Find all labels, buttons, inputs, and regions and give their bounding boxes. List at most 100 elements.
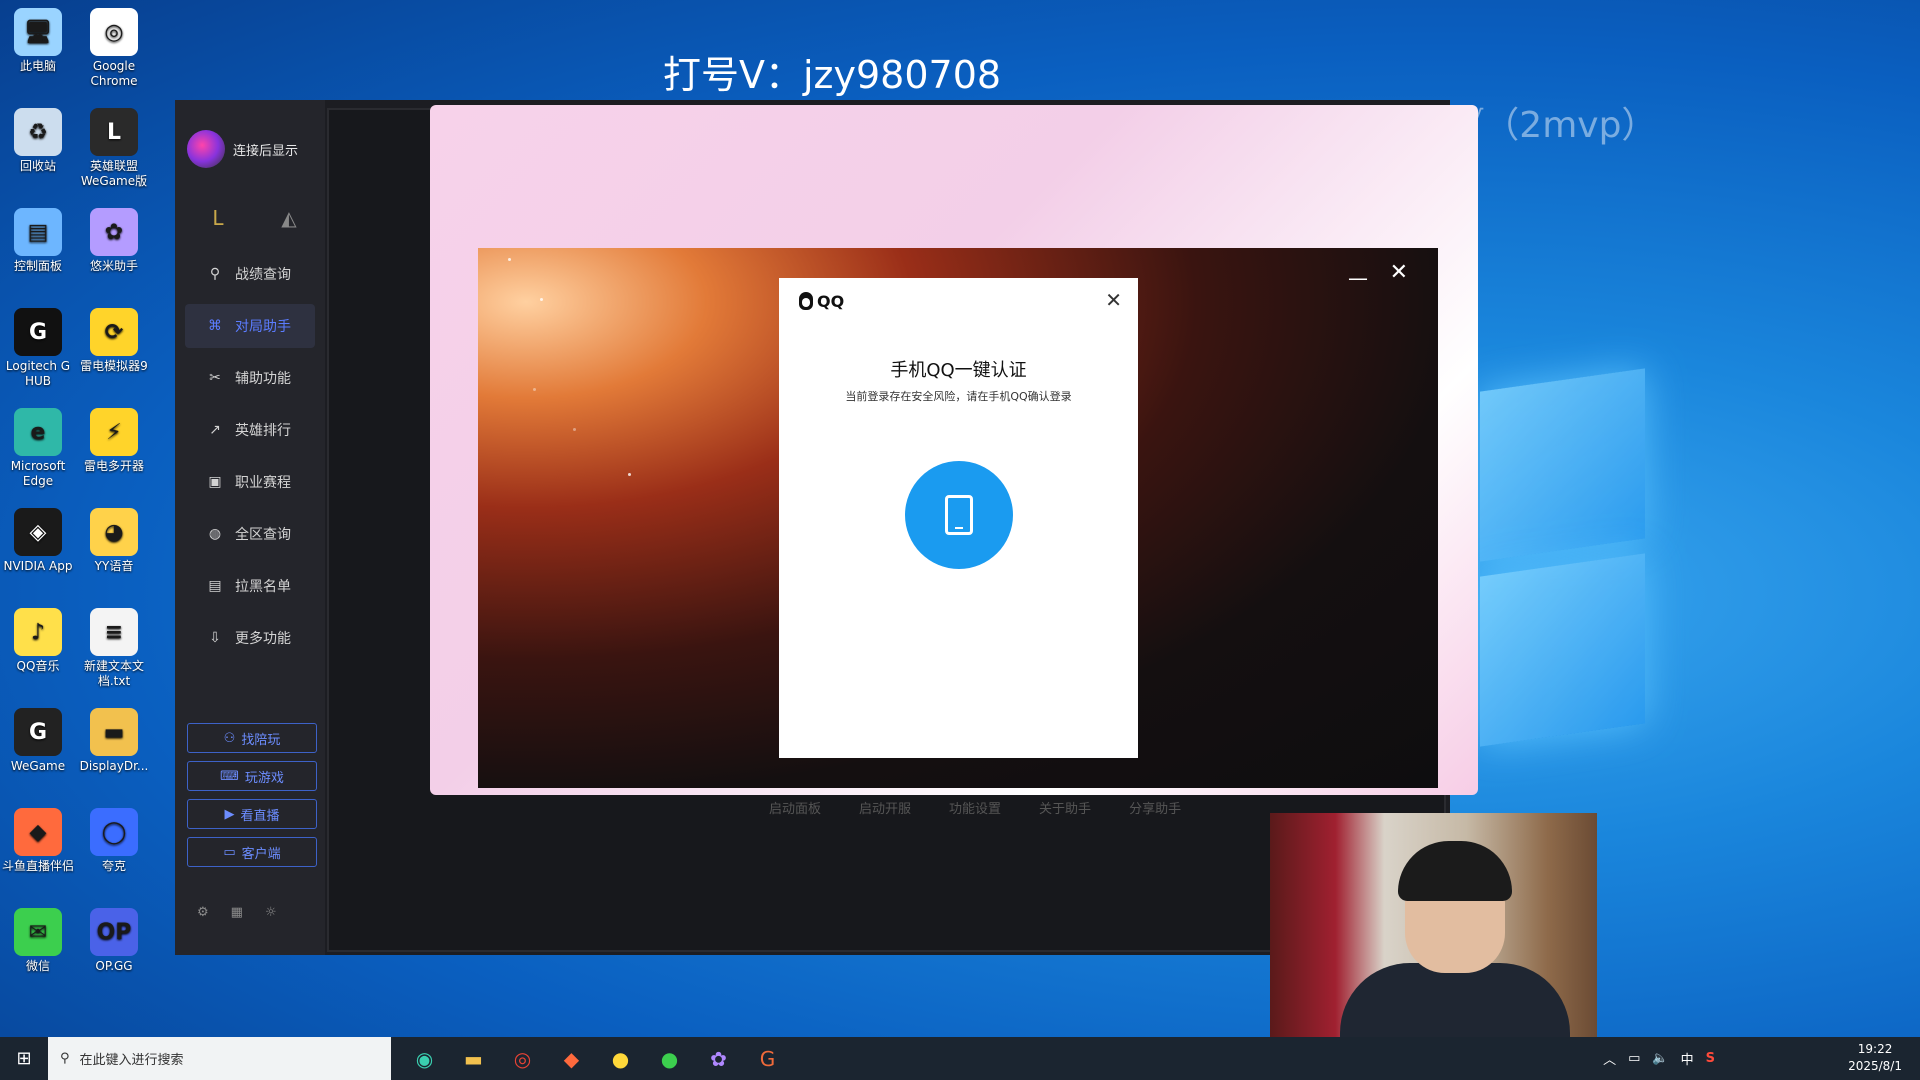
chrome-icon[interactable]: ◎ [498,1037,547,1080]
desktop-icon-label: 斗鱼直播伴侣 [1,859,74,873]
close-button[interactable]: ✕ [1390,260,1408,285]
search-icon: ⚲ [60,1051,70,1066]
desktop-icon-wechat[interactable]: ✉ 微信 [0,908,76,974]
douyu-icon[interactable]: ◆ [547,1037,596,1080]
close-icon[interactable]: ✕ [1105,288,1122,312]
network-icon[interactable]: ▭ [1628,1051,1640,1066]
desktop-icon-opgg[interactable]: OP OP.GG [76,908,152,974]
taskbar: ⊞ ⚲ 在此键入进行搜索 ◉ ▬ ◎ ◆ ● ● ✿ G ︿ ▭ 🔈 中 S 1… [0,1037,1920,1080]
lol-icon[interactable]: Ⅼ [205,205,231,231]
settings-icon[interactable]: ⚙ [197,905,209,920]
yumi-icon[interactable]: ✿ [694,1037,743,1080]
bottom-tabs: 启动面板 启动开服 功能设置 关于助手 分享助手 [769,798,1181,817]
desktop-icon-lol[interactable]: L 英雄联盟WeGame版 [76,108,152,189]
sidebar-footer: ⚙ ▦ ☼ [197,905,277,920]
more-icon: ⇩ [209,630,221,646]
desktop-icon-logitech[interactable]: G Logitech G HUB [0,308,76,389]
desktop-icon-label: NVIDIA App [3,559,73,573]
wegame-icon: G [14,708,62,756]
sidebar-button-1[interactable]: ⌨ 玩游戏 [187,761,317,791]
edge-icon[interactable]: ◉ [400,1037,449,1080]
sidebar-button-0[interactable]: ⚇ 找陪玩 [187,723,317,753]
sidebar-button-3[interactable]: ▭ 客户端 [187,837,317,867]
desktop-icon-yy[interactable]: ◕ YY语音 [76,508,152,574]
qq-brand: QQ [817,291,845,311]
clock-date: 2025/8/1 [1848,1059,1902,1073]
desktop-icon-computer[interactable]: 🖥 此电脑 [0,8,76,74]
avatar [187,130,225,168]
desktop-icon-edge[interactable]: e Microsoft Edge [0,408,76,489]
desktop-icon-label: 夸克 [101,859,126,873]
desktop-icon-ld-multi[interactable]: ⚡ 雷电多开器 [76,408,152,474]
sidebar-item-5[interactable]: ◍ 全区查询 [185,512,315,556]
clock[interactable]: 19:22 2025/8/1 [1848,1041,1902,1075]
taskbar-search[interactable]: ⚲ 在此键入进行搜索 [48,1037,391,1080]
desktop-icon-control-panel[interactable]: ▤ 控制面板 [0,208,76,274]
bottom-tab-0[interactable]: 启动面板 [769,798,821,817]
nvidia-icon: ◈ [14,508,62,556]
desktop-icon-label: OP.GG [95,959,133,973]
sidebar-item-3[interactable]: ↗ 英雄排行 [185,408,315,452]
desktop-icon-label: QQ音乐 [16,659,60,673]
desktop-icon-folder[interactable]: ▬ DisplayDr... [76,708,152,774]
sidebar-item-label: 全区查询 [235,527,291,543]
penguin-icon [799,292,813,310]
sidebar-item-0[interactable]: ⚲ 战绩查询 [185,252,315,296]
sidebar-item-1[interactable]: ⌘ 对局助手 [185,304,315,348]
desktop-icon-nvidia[interactable]: ◈ NVIDIA App [0,508,76,574]
profile[interactable]: 连接后显示 [187,130,298,168]
control-panel-icon: ▤ [14,208,62,256]
sidebar-item-7[interactable]: ⇩ 更多功能 [185,616,315,660]
sidebar-item-4[interactable]: ▣ 职业赛程 [185,460,315,504]
desktop-icon-quark[interactable]: ◯ 夸克 [76,808,152,874]
wechat-icon[interactable]: ● [645,1037,694,1080]
desktop-icon-yumi[interactable]: ✿ 悠米助手 [76,208,152,274]
chart-icon: ↗ [209,422,221,438]
desktop-icon-wegame[interactable]: G WeGame [0,708,76,774]
tray-expand-icon[interactable]: ︿ [1603,1049,1616,1068]
sidebar-nav: ⚲ 战绩查询 ⌘ 对局助手 ✂ 辅助功能 ↗ 英雄排行 ▣ 职业赛程 ◍ 全区查询 ▤ 拉黑名单 ⇩ 更多功能 [185,252,315,668]
desktop-icon-chrome[interactable]: ◎ Google Chrome [76,8,152,89]
wegame-icon[interactable]: G [743,1037,792,1080]
phone-auth-button[interactable] [905,461,1013,569]
system-tray: ︿ ▭ 🔈 中 S [1603,1037,1715,1080]
grid-icon[interactable]: ▦ [231,905,243,920]
search-icon: ⚲ [209,266,221,282]
desktop-icon-label: Microsoft Edge [10,459,66,488]
bottom-tab-4[interactable]: 分享助手 [1129,798,1181,817]
desktop-icon-qqmusic[interactable]: ♪ QQ音乐 [0,608,76,674]
theme-icon[interactable]: ☼ [265,905,277,920]
sidebar: 连接后显示 Ⅼ ◭ ⚲ 战绩查询 ⌘ 对局助手 ✂ 辅助功能 ↗ 英雄排行 ▣ 职业赛程 ◍ 全区查询… [175,100,325,955]
desktop-icon-recycle-bin[interactable]: ♻ 回收站 [0,108,76,174]
ldplayer-icon: ⟳ [90,308,138,356]
ime-indicator[interactable]: 中 [1681,1049,1694,1068]
dialog-header: QQ ✕ [779,278,1138,324]
qqmusic-icon[interactable]: ● [596,1037,645,1080]
windows-start-button[interactable]: ⊞ [0,1037,48,1080]
tft-icon[interactable]: ◭ [276,205,302,231]
sidebar-item-2[interactable]: ✂ 辅助功能 [185,356,315,400]
desktop-icon-label: YY语音 [94,559,134,573]
desktop-icon-label: 雷电模拟器9 [80,359,148,373]
bottom-tab-2[interactable]: 功能设置 [949,798,1001,817]
edge-icon: e [14,408,62,456]
sidebar-item-label: 拉黑名单 [235,579,291,595]
folder-icon: ▬ [90,708,138,756]
desktop-icon-label: 控制面板 [13,259,62,273]
button-label: 客户端 [241,846,281,862]
minimize-button[interactable]: — [1348,266,1368,290]
sidebar-button-2[interactable]: ▶ 看直播 [187,799,317,829]
bottom-tab-1[interactable]: 启动开服 [859,798,911,817]
douyu-icon: ◆ [14,808,62,856]
bottom-tab-3[interactable]: 关于助手 [1039,798,1091,817]
blacklist-icon: ▤ [208,578,222,594]
dialog-subtitle: 当前登录存在安全风险，请在手机QQ确认登录 [845,390,1072,403]
volume-icon[interactable]: 🔈 [1652,1051,1668,1066]
desktop-icon-ldplayer[interactable]: ⟳ 雷电模拟器9 [76,308,152,374]
sidebar-item-6[interactable]: ▤ 拉黑名单 [185,564,315,608]
sogou-icon[interactable]: S [1706,1051,1715,1066]
file-explorer-icon[interactable]: ▬ [449,1037,498,1080]
desktop-icon-douyu[interactable]: ◆ 斗鱼直播伴侣 [0,808,76,874]
desktop-icon-text-file[interactable]: ≡ 新建文本文档.txt [76,608,152,689]
button-label: 玩游戏 [244,770,284,786]
